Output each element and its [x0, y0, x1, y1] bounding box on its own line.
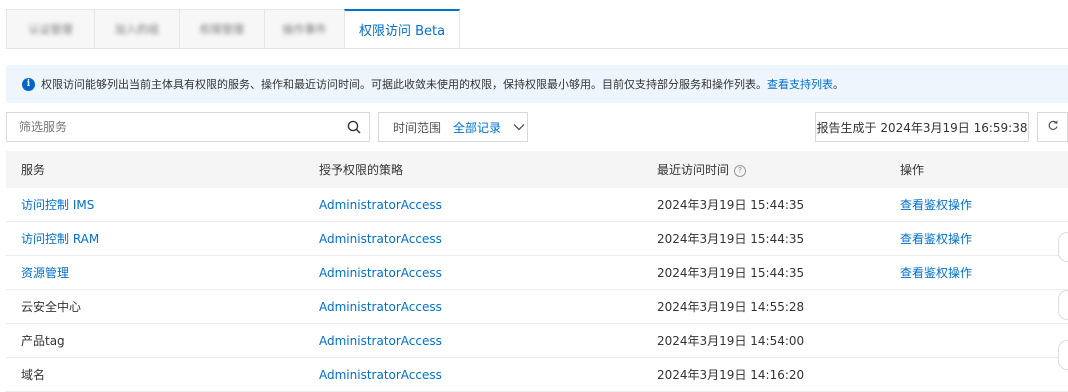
- last-access-time: 2024年3月19日 14:55:28: [657, 300, 805, 314]
- tab-operation-events[interactable]: 操作事件: [264, 9, 344, 49]
- header-service: 服务: [21, 163, 46, 177]
- tab-permission-access[interactable]: 权限访问 Beta: [344, 9, 460, 49]
- table-row: 访问控制 IMS AdministratorAccess 2024年3月19日 15…: [6, 188, 1068, 222]
- time-range-value: 全部记录: [453, 120, 502, 135]
- table-row: 访问控制 RAM AdministratorAccess 2024年3月19日 15…: [6, 222, 1068, 256]
- policy-link[interactable]: AdministratorAccess: [319, 368, 442, 382]
- service-name: 云安全中心: [21, 300, 82, 314]
- policy-link[interactable]: AdministratorAccess: [319, 334, 442, 348]
- alert-tail: 。: [833, 78, 844, 91]
- report-button[interactable]: 报告生成于 2024年3月19日 16:59:38: [815, 112, 1029, 142]
- view-auth-actions-link[interactable]: 查看鉴权操作: [900, 264, 972, 281]
- view-auth-actions-link[interactable]: 查看鉴权操作: [900, 230, 972, 247]
- alert-text: 权限访问能够列出当前主体具有权限的服务、操作和最近访问时间。可据此收敛未使用的权…: [41, 78, 767, 91]
- view-auth-actions-link[interactable]: 查看鉴权操作: [900, 196, 972, 213]
- table-row: 资源管理 AdministratorAccess 2024年3月19日 15:44:…: [6, 256, 1068, 290]
- service-name: 域名: [21, 368, 46, 382]
- policy-link[interactable]: AdministratorAccess: [319, 232, 442, 246]
- info-alert: i 权限访问能够列出当前主体具有权限的服务、操作和最近访问时间。可据此收敛未使用…: [6, 65, 1068, 103]
- permission-table: 服务 授予权限的策略 最近访问时间? 操作 访问控制 IMS Administra…: [6, 151, 1068, 392]
- header-last-access: 最近访问时间?: [657, 161, 747, 178]
- time-range-select[interactable]: 时间范围 全部记录: [378, 112, 528, 142]
- service-filter: [6, 112, 370, 142]
- header-action: 操作: [900, 163, 925, 177]
- service-name[interactable]: 资源管理: [21, 264, 69, 281]
- header-policy: 授予权限的策略: [319, 163, 404, 177]
- last-access-time: 2024年3月19日 14:54:00: [657, 334, 805, 348]
- support-list-link[interactable]: 查看支持列表: [767, 76, 833, 92]
- last-access-time: 2024年3月19日 15:44:35: [657, 266, 805, 280]
- refresh-button[interactable]: [1037, 112, 1068, 142]
- service-name: 产品tag: [21, 334, 65, 348]
- side-handle[interactable]: [1058, 232, 1068, 262]
- info-icon: i: [22, 77, 35, 91]
- refresh-icon: [1047, 120, 1059, 135]
- service-name[interactable]: 访问控制 RAM: [21, 230, 99, 247]
- side-handle[interactable]: [1058, 340, 1068, 370]
- tab-divider: [6, 48, 1068, 49]
- table-header: 服务 授予权限的策略 最近访问时间? 操作: [6, 151, 1068, 188]
- tab-authentication[interactable]: 认证管理: [6, 9, 94, 49]
- table-row: 域名 AdministratorAccess 2024年3月19日 14:16:20: [6, 358, 1068, 392]
- service-name[interactable]: 访问控制 IMS: [21, 196, 94, 213]
- last-access-time: 2024年3月19日 14:16:20: [657, 368, 805, 382]
- help-icon[interactable]: ?: [734, 164, 747, 177]
- last-access-time: 2024年3月19日 15:44:35: [657, 198, 805, 212]
- table-row: 云安全中心 AdministratorAccess 2024年3月19日 14:55…: [6, 290, 1068, 324]
- tab-joined-groups[interactable]: 加入的组: [94, 9, 179, 49]
- policy-link[interactable]: AdministratorAccess: [319, 198, 442, 212]
- side-handle[interactable]: [1058, 290, 1068, 320]
- tab-permission-management[interactable]: 权限管理: [179, 9, 264, 49]
- last-access-time: 2024年3月19日 15:44:35: [657, 232, 805, 246]
- search-input[interactable]: [7, 113, 339, 141]
- search-icon[interactable]: [339, 113, 369, 141]
- policy-link[interactable]: AdministratorAccess: [319, 266, 442, 280]
- table-row: 产品tag AdministratorAccess 2024年3月19日 14:54…: [6, 324, 1068, 358]
- time-range-label: 时间范围: [393, 120, 442, 135]
- chevron-down-icon: [513, 120, 525, 134]
- policy-link[interactable]: AdministratorAccess: [319, 300, 442, 314]
- tab-bar: 认证管理 加入的组 权限管理 操作事件 权限访问 Beta: [6, 9, 460, 49]
